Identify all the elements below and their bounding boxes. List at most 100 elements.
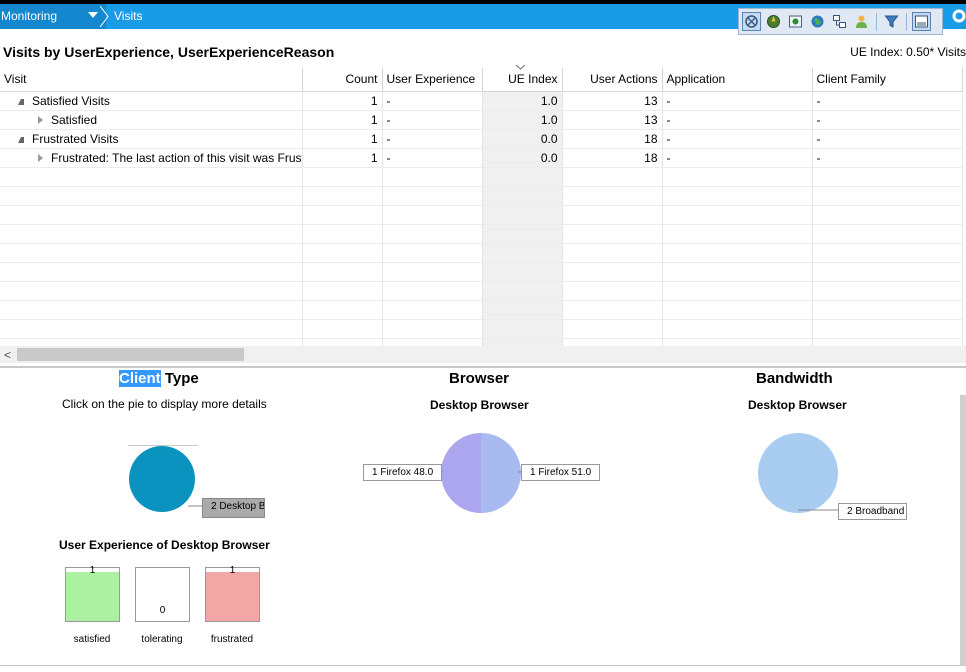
ue-chart-title: User Experience of Desktop Browser: [59, 538, 270, 552]
pie-slice-firefox-48[interactable]: [441, 433, 481, 513]
client-type-hint: Click on the pie to display more details: [62, 397, 267, 411]
ue-bar-label: frustrated: [210, 634, 254, 645]
visit-label: Satisfied Visits: [32, 93, 110, 108]
table-cell-application: -: [662, 148, 813, 168]
table-cell-visit: Satisfied: [0, 110, 303, 130]
bandwidth-subtitle: Desktop Browser: [748, 398, 847, 412]
column-header-ue-index[interactable]: UE Index: [482, 68, 563, 92]
collapsed-triangle-icon[interactable]: [38, 115, 43, 124]
visit-label: Satisfied: [51, 112, 98, 127]
client-type-title: Client Type: [119, 370, 199, 387]
table-cell-client-family: -: [812, 129, 963, 149]
client-type-title-rest: Type: [160, 370, 199, 387]
gear-icon[interactable]: [949, 6, 966, 26]
panel-splitter[interactable]: [0, 366, 966, 368]
expanded-triangle-icon[interactable]: [18, 136, 24, 143]
bandwidth-title: Bandwidth: [756, 370, 833, 387]
pie-slice-firefox-51[interactable]: [481, 433, 521, 513]
visits-icon[interactable]: [742, 12, 761, 31]
scrollbar-thumb[interactable]: [17, 348, 244, 361]
network-icon[interactable]: [830, 12, 849, 31]
pie-slice-broadband[interactable]: [758, 433, 838, 513]
table-row[interactable]: Satisfied Visits 1 - 1.0 13 - -: [0, 91, 963, 111]
breadcrumb-monitoring[interactable]: Monitoring: [0, 4, 106, 29]
ue-bar-label: tolerating: [141, 634, 183, 645]
table-cell-visit: Satisfied Visits: [0, 91, 303, 111]
toolbar-separator: [906, 12, 907, 31]
breadcrumb-visits[interactable]: Visits: [114, 4, 142, 29]
ue-bar-label: satisfied: [73, 634, 111, 645]
browser-pie[interactable]: [440, 432, 522, 514]
table-cell-ue-index: 1.0: [482, 91, 563, 111]
dropdown-arrow-icon[interactable]: [88, 12, 98, 18]
empty-row: [0, 281, 963, 301]
navigation-icon[interactable]: [764, 12, 783, 31]
table-cell-ue-index: 0.0: [482, 129, 563, 149]
ue-bar-tolerating[interactable]: 0: [135, 567, 190, 622]
callout-line: [798, 509, 840, 511]
browser-subtitle: Desktop Browser: [430, 398, 529, 412]
collapsed-triangle-icon[interactable]: [38, 153, 43, 162]
toolbar-separator: [876, 12, 877, 31]
user-icon[interactable]: [852, 12, 871, 31]
table-cell-actions: 18: [562, 129, 663, 149]
table-cell-visit: Frustrated: The last action of this visi…: [0, 148, 303, 168]
globe-icon[interactable]: [808, 12, 827, 31]
empty-row: [0, 224, 963, 244]
ue-bar-satisfied[interactable]: 1: [65, 565, 120, 622]
table-row[interactable]: Satisfied 1 - 1.0 13 - -: [0, 110, 963, 130]
table-cell-client-family: -: [812, 91, 963, 111]
browser-callout-right: 1 Firefox 51.0: [521, 464, 601, 481]
table-cell-count: 1: [302, 110, 383, 130]
ue-bar-frustrated[interactable]: 1: [205, 565, 260, 622]
sort-indicator-icon: [516, 65, 525, 70]
client-type-callout: 2 Desktop Browser: [202, 498, 265, 518]
ue-index-label: UE Index: 0.50* Visits: [850, 45, 966, 59]
column-header-visit[interactable]: Visit: [0, 68, 303, 92]
column-header-user-experience[interactable]: User Experience: [382, 68, 483, 92]
vertical-scrollbar[interactable]: [960, 395, 966, 665]
table-cell-ue-index: 0.0: [482, 148, 563, 168]
horizontal-scrollbar[interactable]: <: [0, 346, 966, 363]
breadcrumb-separator-icon: [99, 6, 109, 27]
page-title: Visits by UserExperience, UserExperience…: [3, 44, 335, 60]
empty-row: [0, 338, 963, 346]
table-cell-application: -: [662, 110, 813, 130]
empty-row: [0, 167, 963, 187]
ue-bar-fill: [206, 571, 259, 621]
bandwidth-callout: 2 Broadband: [838, 503, 907, 520]
empty-row: [0, 262, 963, 282]
table-row[interactable]: Frustrated: The last action of this visi…: [0, 148, 963, 168]
pie-slice-desktop-browser[interactable]: [129, 446, 195, 512]
table-cell-ue: -: [382, 110, 483, 130]
column-header-application[interactable]: Application: [662, 68, 813, 92]
filter-icon[interactable]: [882, 12, 901, 31]
bandwidth-pie[interactable]: [757, 432, 839, 514]
panel-icon[interactable]: [912, 12, 931, 31]
expanded-triangle-icon[interactable]: [18, 98, 24, 105]
table-cell-ue: -: [382, 148, 483, 168]
browser-callout-left: 1 Firefox 48.0: [363, 464, 443, 481]
table-cell-actions: 18: [562, 148, 663, 168]
table-cell-application: -: [662, 129, 813, 149]
breadcrumb-monitoring-label: Monitoring: [1, 9, 58, 23]
table-cell-count: 1: [302, 129, 383, 149]
table-cell-visit: Frustrated Visits: [0, 129, 303, 149]
visits-table: Visit Count User Experience UE Index Use…: [0, 68, 966, 346]
empty-row: [0, 243, 963, 263]
view-toolbar: [738, 8, 943, 35]
table-cell-count: 1: [302, 148, 383, 168]
table-cell-actions: 13: [562, 110, 663, 130]
bottom-divider: [0, 665, 966, 666]
table-row[interactable]: Frustrated Visits 1 - 0.0 18 - -: [0, 129, 963, 149]
dashboard-icon[interactable]: [786, 12, 805, 31]
visit-label: Frustrated Visits: [32, 131, 119, 146]
column-header-client-family[interactable]: Client Family: [812, 68, 963, 92]
visit-label: Frustrated: The last action of this visi…: [51, 150, 302, 165]
column-header-count[interactable]: Count: [302, 68, 383, 92]
table-cell-ue: -: [382, 91, 483, 111]
scroll-left-button[interactable]: <: [4, 348, 11, 362]
column-header-user-actions[interactable]: User Actions: [562, 68, 663, 92]
table-cell-count: 1: [302, 91, 383, 111]
table-cell-application: -: [662, 91, 813, 111]
